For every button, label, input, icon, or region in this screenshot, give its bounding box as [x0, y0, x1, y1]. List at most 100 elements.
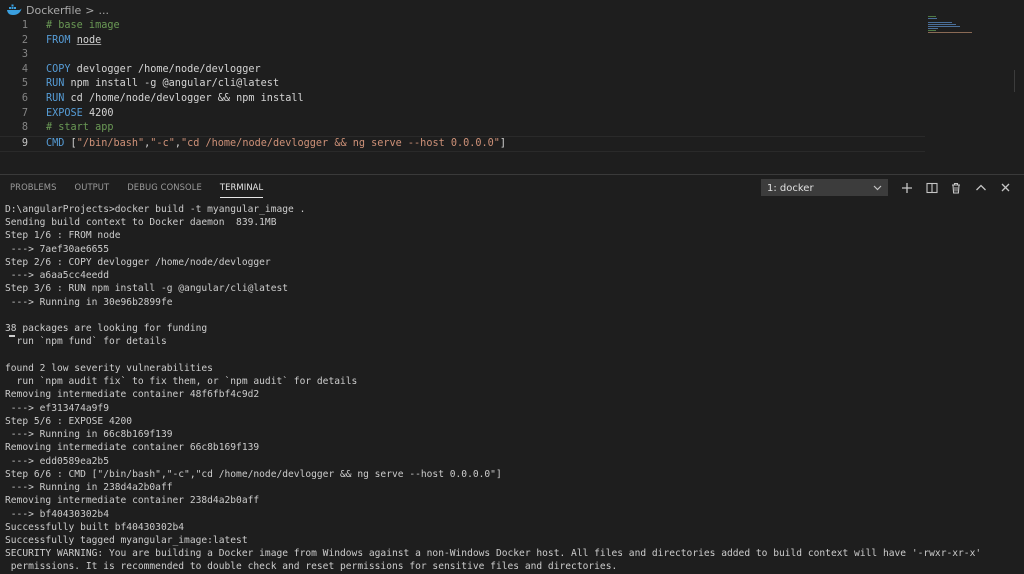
line-number: 3: [21, 49, 28, 61]
code-line[interactable]: 9 CMD ["/bin/bash","-c","cd /home/node/de…: [0, 135, 925, 152]
terminal-line: SECURITY WARNING: You are building a Doc…: [5, 548, 982, 560]
terminal-line: Step 1/6 : FROM node: [5, 230, 121, 242]
code-text: EXPOSE 4200: [46, 107, 113, 121]
tab-output[interactable]: OUTPUT: [65, 175, 118, 200]
plus-icon: [902, 182, 912, 193]
terminal-line: D:\angularProjects>docker build -t myang…: [5, 204, 306, 215]
terminal-line: ---> Running in 238d4a2b0aff: [5, 482, 173, 494]
breadcrumb-file[interactable]: Dockerfile: [26, 4, 81, 17]
terminal-line: permissions. It is recommended to double…: [5, 561, 618, 573]
code-line[interactable]: 6 RUN cd /home/node/devlogger && npm inst…: [0, 92, 925, 106]
docker-file-icon: [7, 4, 22, 15]
terminal-line: Sending build context to Docker daemon 8…: [5, 217, 277, 229]
tab-terminal[interactable]: TERMINAL: [210, 175, 271, 200]
terminal-line: Step 5/6 : EXPOSE 4200: [5, 415, 133, 427]
split-icon: [926, 182, 938, 193]
code-editor[interactable]: 1 # base image 2 FROM node 3 4 COPY devlogger …: [0, 18, 1010, 174]
editor-scroll-thumb[interactable]: [1014, 70, 1024, 92]
code-text: CMD ["/bin/bash","-c","cd /home/node/dev…: [46, 137, 506, 151]
terminal-output[interactable]: D:\angularProjects>docker build -t myang…: [0, 203, 1020, 573]
code-token: RUN: [46, 78, 65, 90]
code-line[interactable]: 5 RUN npm install -g @angular/cli@latest: [0, 77, 925, 91]
chevron-up-icon: [976, 184, 986, 190]
code-line[interactable]: 1 # base image: [0, 19, 925, 33]
terminal-line: run `npm fund` for details: [5, 336, 167, 348]
tab-problems[interactable]: PROBLEMS: [0, 175, 65, 200]
chevron-down-icon: [873, 180, 882, 204]
line-number: 2: [21, 34, 28, 46]
code-token: "/bin/bash": [76, 137, 145, 149]
close-panel-button[interactable]: [996, 179, 1014, 196]
code-line[interactable]: 3: [0, 48, 925, 62]
tab-debug-console[interactable]: DEBUG CONSOLE: [117, 175, 210, 200]
terminal-select-value: 1: docker: [767, 183, 814, 194]
code-token: node: [76, 34, 102, 46]
terminal-line: Step 3/6 : RUN npm install -g @angular/c…: [5, 283, 289, 295]
bottom-panel: PROBLEMS OUTPUT DEBUG CONSOLE TERMINAL 1…: [0, 174, 1024, 574]
code-token: [: [64, 137, 77, 149]
panel-tabs: PROBLEMS OUTPUT DEBUG CONSOLE TERMINAL: [0, 175, 271, 200]
code-token: ]: [499, 137, 507, 149]
code-token: npm install -g @angular/cli@latest: [64, 78, 280, 90]
code-text: # start app: [46, 121, 113, 135]
code-token: EXPOSE: [46, 107, 83, 119]
code-line[interactable]: 2 FROM node: [0, 34, 925, 48]
terminal-line: Removing intermediate container 48f6fbf4…: [5, 389, 260, 401]
editor-scrollbar[interactable]: [1013, 20, 1023, 170]
line-number: 8: [21, 122, 28, 134]
terminal-line: ---> Running in 30e96b2899fe: [5, 296, 173, 308]
code-text: RUN cd /home/node/devlogger && npm insta…: [46, 92, 304, 106]
terminal-line: Step 6/6 : CMD ["/bin/bash","-c","cd /ho…: [5, 468, 502, 480]
breadcrumb-separator: >: [85, 3, 95, 17]
trash-icon: [952, 182, 960, 194]
code-token: 4200: [82, 107, 114, 119]
code-line[interactable]: 4 COPY devlogger /home/node/devlogger: [0, 63, 925, 77]
terminal-line: 38 packages are looking for funding: [5, 323, 208, 335]
line-number: 5: [21, 78, 28, 90]
maximize-panel-button[interactable]: [972, 179, 990, 196]
code-token: RUN: [46, 93, 65, 104]
close-icon: [1001, 183, 1009, 192]
terminal-line: ---> edd0589ea2b5: [5, 455, 109, 467]
code-text: FROM node: [46, 34, 101, 48]
line-number: 6: [21, 93, 28, 104]
terminal-line: run `npm audit fix` to fix them, or `npm…: [5, 376, 358, 388]
code-text: COPY devlogger /home/node/devlogger: [46, 63, 261, 77]
terminal-line: ---> 7aef30ae6655: [5, 243, 109, 255]
code-line[interactable]: 8 # start app: [0, 121, 925, 135]
code-token: "cd /home/node/devlogger && ng serve --h…: [180, 137, 500, 149]
code-text: RUN npm install -g @angular/cli@latest: [46, 77, 279, 91]
terminal-line: ---> bf40430302b4: [5, 508, 109, 520]
terminal-line: ---> ef313474a9f9: [5, 402, 109, 414]
terminal-select[interactable]: 1: docker: [761, 179, 888, 196]
code-text: # base image: [46, 19, 120, 33]
breadcrumb-more[interactable]: ...: [99, 4, 110, 17]
terminal-line: Removing intermediate container 238d4a2b…: [5, 495, 260, 507]
add-terminal-button[interactable]: [898, 179, 916, 196]
terminal-cursor: [9, 335, 15, 337]
terminal-line: Removing intermediate container 66c8b169…: [5, 442, 260, 454]
breadcrumb: Dockerfile > ...: [0, 0, 1024, 20]
minimap[interactable]: [926, 16, 1000, 42]
code-token: CMD: [46, 137, 65, 149]
code-token: FROM: [46, 34, 71, 46]
terminal-line: ---> a6aa5cc4eedd: [5, 270, 109, 282]
line-number: 7: [21, 107, 28, 119]
terminal-line: Step 2/6 : COPY devlogger /home/node/dev…: [5, 256, 271, 268]
code-token: # base image: [46, 20, 120, 31]
code-line[interactable]: 7 EXPOSE 4200: [0, 107, 925, 121]
code-token: cd /home/node/devlogger && npm install: [64, 93, 304, 104]
kill-terminal-button[interactable]: [947, 179, 965, 196]
code-token: # start app: [46, 122, 114, 134]
terminal-line: Successfully tagged myangular_image:late…: [5, 535, 248, 546]
terminal-line: ---> Running in 66c8b169f139: [5, 429, 173, 441]
code-token: devlogger /home/node/devlogger: [70, 63, 261, 75]
line-number: 1: [21, 20, 28, 31]
split-terminal-button[interactable]: [923, 179, 941, 196]
code-token: COPY: [46, 63, 71, 75]
terminal-line: found 2 low severity vulnerabilities: [5, 362, 213, 374]
code-token: "-c": [150, 137, 175, 149]
line-number: 4: [21, 63, 28, 75]
terminal-line: Successfully built bf40430302b4: [5, 521, 185, 533]
line-number: 9: [21, 137, 28, 149]
